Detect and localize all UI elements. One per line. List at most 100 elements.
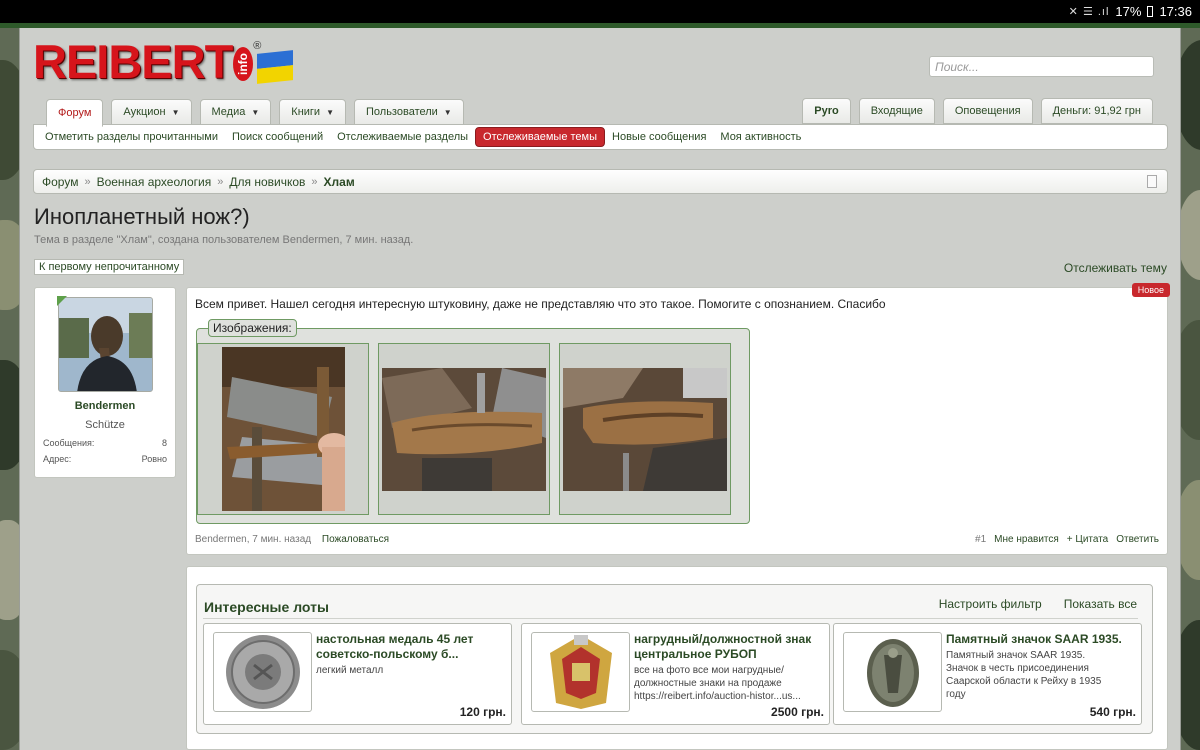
tab-books[interactable]: Книги ▼	[279, 99, 346, 125]
android-status-bar: ✕ ☰ .ıl 17% 17:36	[0, 0, 1200, 23]
tab-alerts[interactable]: Оповещения	[942, 98, 1033, 124]
my-activity-link[interactable]: Моя активность	[713, 128, 808, 146]
logo-registered: ®	[253, 40, 262, 52]
stat-value[interactable]: Ровно	[142, 454, 167, 464]
watched-threads-link[interactable]: Отслеживаемые темы	[475, 127, 606, 147]
breadcrumb-archaeology[interactable]: Военная археология	[97, 175, 212, 189]
medal-image	[225, 635, 300, 709]
mark-forums-read-link[interactable]: Отметить разделы прочитанными	[38, 128, 225, 146]
show-all-link[interactable]: Показать все	[1064, 597, 1137, 611]
stat-label: Адрес:	[43, 454, 72, 464]
watched-forums-link[interactable]: Отслеживаемые разделы	[330, 128, 475, 146]
new-posts-link[interactable]: Новые сообщения	[605, 128, 713, 146]
lot-title[interactable]: нагрудный/должностной знак центральное Р…	[634, 632, 823, 662]
post-number[interactable]: #1	[975, 534, 986, 545]
tab-forum[interactable]: Форум	[46, 99, 104, 127]
lot-desc-line: все на фото все мои нагрудные/	[634, 665, 784, 676]
attachment-thumbnail[interactable]	[378, 343, 550, 515]
breadcrumb-forum[interactable]: Форум	[42, 175, 78, 189]
tab-account[interactable]: Pyro	[802, 98, 851, 124]
tab-label: Форум	[58, 107, 92, 119]
lot-desc-line: должностные знаки на продаже	[634, 678, 782, 689]
search-input[interactable]: Поиск...	[929, 56, 1154, 77]
tab-users[interactable]: Пользователи ▼	[354, 99, 464, 125]
rss-page-icon[interactable]	[1147, 175, 1157, 188]
badge-image	[541, 633, 620, 711]
breadcrumb-separator: »	[84, 175, 91, 188]
breadcrumb-current[interactable]: Хлам	[324, 175, 355, 189]
reply-link[interactable]: Ответить	[1116, 534, 1159, 545]
divider	[203, 618, 1138, 619]
post-author-time[interactable]: Bendermen, 7 мин. назад	[195, 534, 311, 545]
post-meta: Bendermen, 7 мин. назад Пожаловаться	[195, 534, 389, 545]
lot-desc-line[interactable]: https://reibert.info/auction-histor...us…	[634, 690, 823, 703]
lots-links: Настроить фильтр Показать все	[939, 597, 1137, 611]
chevron-down-icon: ▼	[171, 107, 180, 117]
watch-thread-link[interactable]: Отслеживать тему	[1064, 261, 1167, 275]
logo-text: REIBERT	[33, 35, 233, 88]
quote-link[interactable]: + Цитата	[1067, 534, 1108, 545]
attachments-label: Изображения:	[208, 319, 297, 337]
tab-label: Книги	[291, 106, 321, 118]
breadcrumb-beginners[interactable]: Для новичков	[229, 175, 305, 189]
configure-filter-link[interactable]: Настроить фильтр	[939, 597, 1042, 611]
lot-title-line: центральное РУБОП	[634, 647, 757, 661]
stat-label: Сообщения:	[43, 438, 95, 448]
lot-image[interactable]	[213, 632, 312, 712]
lot-title[interactable]: Памятный значок SAAR 1935.	[946, 632, 1135, 647]
lot-description: Памятный значок SAAR 1935. Значок в чест…	[946, 649, 1135, 701]
breadcrumb-separator: »	[311, 175, 318, 188]
lots-panel: Интересные лоты Настроить фильтр Показат…	[196, 584, 1153, 734]
lot-image[interactable]	[843, 632, 942, 712]
user-messages-stat: Сообщения: 8	[43, 438, 167, 448]
first-unread-button[interactable]: К первому непрочитанному	[34, 259, 185, 275]
avatar[interactable]	[58, 297, 153, 392]
page-title: Инопланетный нож?)	[34, 204, 250, 229]
account-nav: Pyro Входящие Оповещения Деньги: 91,92 г…	[802, 98, 1153, 124]
lot-price: 2500 грн.	[771, 705, 824, 719]
lot-card[interactable]: нагрудный/должностной знак центральное Р…	[521, 623, 830, 725]
avatar-photo	[59, 298, 152, 391]
breadcrumb: Форум » Военная археология » Для новичко…	[33, 169, 1168, 194]
search-messages-link[interactable]: Поиск сообщений	[225, 128, 330, 146]
lot-price: 540 грн.	[1089, 705, 1136, 719]
attachments-block: Изображения:	[196, 319, 750, 524]
lot-title-line: советско-польскому б...	[316, 647, 459, 661]
pin-badge-image	[866, 639, 919, 707]
lot-title[interactable]: настольная медаль 45 лет советско-польск…	[316, 632, 505, 662]
post-message: Новое Всем привет. Нашел сегодня интерес…	[186, 283, 1170, 555]
message-user-info: Bendermen Schütze Сообщения: 8 Адрес: Ро…	[34, 287, 176, 478]
attachment-thumbnail[interactable]	[197, 343, 369, 515]
attachment-photo	[221, 347, 345, 511]
new-badge: Новое	[1131, 283, 1170, 297]
tab-label: Медиа	[211, 106, 246, 118]
tab-money[interactable]: Деньги: 91,92 грн	[1040, 98, 1153, 124]
site-logo[interactable]: REIBERT info ®	[33, 35, 294, 88]
like-link[interactable]: Мне нравится	[994, 534, 1059, 545]
tab-auction[interactable]: Аукцион ▼	[111, 99, 192, 125]
post-text: Всем привет. Нашел сегодня интересную шт…	[195, 297, 886, 311]
lot-card[interactable]: Памятный значок SAAR 1935. Памятный знач…	[833, 623, 1142, 725]
stat-value[interactable]: 8	[162, 438, 167, 448]
signal-icons: ✕ ☰ .ıl	[1068, 6, 1110, 18]
thread-description: Тема в разделе "Хлам", создана пользоват…	[34, 234, 414, 246]
ukraine-flag-icon	[257, 50, 294, 84]
user-title: Schütze	[85, 419, 125, 431]
page: REIBERT info ® Поиск... Форум Аукцион ▼ М…	[19, 28, 1181, 750]
attachment-thumbnail[interactable]	[559, 343, 731, 515]
user-address-stat: Адрес: Ровно	[43, 454, 167, 464]
username[interactable]: Bendermen	[35, 400, 175, 412]
report-link[interactable]: Пожаловаться	[322, 534, 389, 545]
lot-card[interactable]: настольная медаль 45 лет советско-польск…	[203, 623, 512, 725]
chevron-down-icon: ▼	[326, 107, 334, 117]
tab-media[interactable]: Медиа ▼	[199, 99, 272, 125]
lot-desc-line: году	[946, 689, 966, 700]
breadcrumb-separator: »	[217, 175, 224, 188]
tab-inbox[interactable]: Входящие	[858, 98, 935, 124]
online-indicator-icon	[57, 296, 67, 306]
battery-icon	[1147, 6, 1154, 17]
lot-image[interactable]	[531, 632, 630, 712]
lot-price: 120 грн.	[459, 705, 506, 719]
lots-title: Интересные лоты	[204, 599, 329, 615]
sub-nav: Отметить разделы прочитанными Поиск сооб…	[33, 124, 1168, 150]
